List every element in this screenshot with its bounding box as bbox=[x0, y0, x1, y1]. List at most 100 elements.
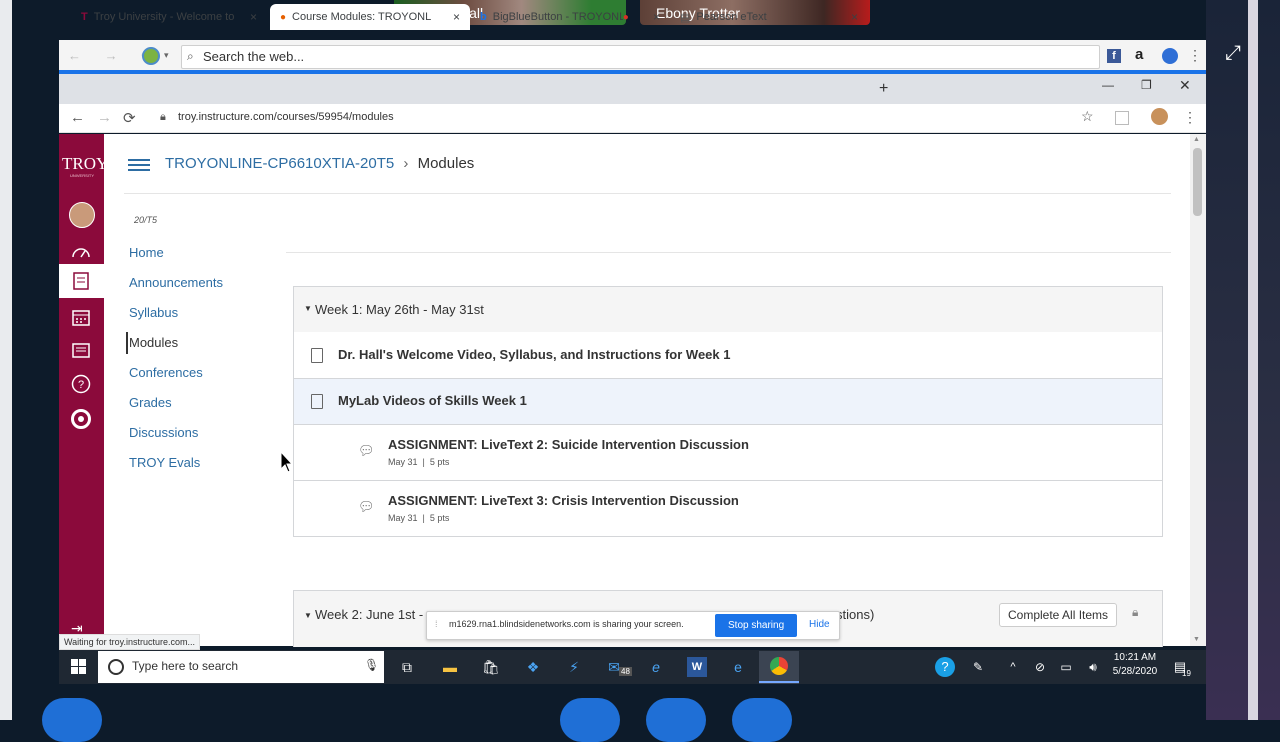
complete-all-items-label[interactable]: Complete All Items bbox=[999, 603, 1118, 627]
tab-close-icon[interactable]: × bbox=[250, 10, 257, 24]
tab-label: BigBlueButton - TROYONLINE bbox=[492, 11, 623, 23]
tab-close-icon[interactable]: × bbox=[851, 10, 858, 24]
facebook-icon[interactable]: f bbox=[1107, 49, 1121, 63]
chrome-active-underline bbox=[759, 681, 799, 683]
battery-icon[interactable]: ▭ bbox=[1056, 657, 1076, 677]
scroll-up-icon[interactable]: ▲ bbox=[1193, 136, 1200, 143]
fullscreen-toggle-icon[interactable]: ⤢ bbox=[1222, 42, 1244, 64]
calendar-icon[interactable] bbox=[68, 304, 94, 330]
recording-dot-icon: ● bbox=[622, 11, 629, 23]
module-item[interactable]: 💬︎ ASSIGNMENT: LiveText 2: Suicide Inter… bbox=[293, 425, 1163, 481]
background-left-edge bbox=[0, 0, 12, 720]
file-explorer-icon[interactable]: ▬ bbox=[440, 657, 460, 677]
course-menu-toggle-icon[interactable] bbox=[128, 156, 150, 174]
ie-icon[interactable]: e bbox=[646, 657, 666, 677]
reload-icon[interactable]: ⟳ bbox=[123, 109, 136, 127]
visual-studio-icon[interactable]: ⚡︎ bbox=[564, 657, 584, 677]
breadcrumb-course-link[interactable]: TROYONLINE-CP6610XTIA-20T5 bbox=[165, 155, 394, 172]
microphone-icon[interactable]: 🎙︎ bbox=[364, 658, 379, 672]
microphone-button[interactable] bbox=[560, 698, 620, 742]
help-icon[interactable]: ? bbox=[68, 371, 94, 397]
module-item-meta: May 31 | 5 pts bbox=[388, 513, 450, 523]
volume-icon[interactable]: 🔊︎ bbox=[1083, 657, 1103, 677]
store-icon[interactable]: 🛍︎ bbox=[481, 657, 501, 677]
restore-icon[interactable]: ❐ bbox=[1141, 78, 1152, 92]
scroll-down-icon[interactable]: ▼ bbox=[1193, 636, 1200, 643]
collapse-arrow-icon[interactable]: ▼ bbox=[304, 611, 312, 620]
tab-bigbluebutton[interactable]: b BigBlueButton - TROYONLINE ● × bbox=[472, 4, 670, 30]
profile-avatar[interactable] bbox=[1151, 108, 1168, 125]
menu-dots-icon[interactable]: ⋮ bbox=[1188, 47, 1202, 64]
browser-status-text: Waiting for troy.instructure.com... bbox=[59, 634, 201, 650]
inbox-icon[interactable] bbox=[68, 337, 94, 363]
commons-icon[interactable] bbox=[68, 406, 94, 432]
url-field[interactable]: troy.instructure.com/courses/59954/modul… bbox=[178, 111, 394, 123]
network-icon[interactable]: ⊘ bbox=[1030, 657, 1050, 677]
clock-date: 5/28/2020 bbox=[1112, 666, 1158, 677]
dropbox-icon[interactable]: ❖ bbox=[523, 657, 543, 677]
tab-pearson-etext[interactable]: ▤ Pearson eText × bbox=[672, 4, 868, 30]
module-item[interactable]: Dr. Hall's Welcome Video, Syllabus, and … bbox=[293, 332, 1163, 379]
task-view-icon[interactable]: ⧉ bbox=[397, 657, 417, 677]
extension-box-icon[interactable] bbox=[1115, 111, 1129, 125]
account-avatar[interactable] bbox=[69, 202, 95, 228]
module-header-week-1[interactable]: ▼ Week 1: May 26th - May 31st bbox=[293, 286, 1163, 333]
drag-handle-icon[interactable]: ⁞ bbox=[435, 619, 438, 629]
back-icon[interactable]: ← bbox=[70, 109, 85, 126]
module-item-title[interactable]: MyLab Videos of Skills Week 1 bbox=[338, 393, 527, 408]
troy-logo[interactable]: TROY bbox=[62, 154, 108, 174]
actions-button[interactable] bbox=[42, 698, 102, 742]
module-item[interactable]: MyLab Videos of Skills Week 1 bbox=[293, 379, 1163, 425]
audio-button[interactable] bbox=[646, 698, 706, 742]
course-nav-announcements[interactable]: Announcements bbox=[129, 275, 223, 290]
module-item-title[interactable]: ASSIGNMENT: LiveText 3: Crisis Intervent… bbox=[388, 493, 739, 508]
module-item-title[interactable]: Dr. Hall's Welcome Video, Syllabus, and … bbox=[338, 347, 731, 362]
minimize-icon[interactable]: — bbox=[1102, 78, 1114, 92]
course-nav-syllabus[interactable]: Syllabus bbox=[129, 305, 178, 320]
clock-time: 10:21 AM bbox=[1113, 652, 1157, 663]
bookmark-star-icon[interactable]: ☆ bbox=[1081, 108, 1094, 125]
dashboard-icon[interactable] bbox=[68, 238, 94, 264]
hide-banner-button[interactable]: Hide bbox=[809, 619, 830, 630]
stop-sharing-button[interactable]: Stop sharing bbox=[715, 614, 798, 637]
taskbar-search-box[interactable]: Type here to search 🎙︎ bbox=[98, 651, 384, 683]
new-tab-button[interactable]: + bbox=[879, 80, 888, 98]
course-nav-troy-evals[interactable]: TROY Evals bbox=[129, 455, 200, 470]
tray-expand-icon[interactable]: ^ bbox=[1003, 657, 1023, 677]
tab-course-modules[interactable]: ● Course Modules: TROYONLINE Fa × bbox=[270, 4, 470, 30]
tab-close-icon[interactable]: × bbox=[653, 10, 660, 24]
scrollbar-thumb[interactable] bbox=[1193, 148, 1202, 216]
forward-icon[interactable]: → bbox=[97, 109, 112, 126]
course-nav-conferences[interactable]: Conferences bbox=[129, 365, 203, 380]
modules-top-divider bbox=[286, 252, 1171, 253]
close-window-icon[interactable]: ✕ bbox=[1179, 77, 1191, 94]
globe-icon[interactable] bbox=[142, 47, 160, 65]
tab-close-icon[interactable]: × bbox=[453, 10, 460, 24]
windows-start-icon[interactable] bbox=[71, 659, 86, 679]
course-nav-modules[interactable]: Modules bbox=[129, 335, 178, 350]
courses-icon[interactable] bbox=[68, 268, 94, 294]
module-title: Week 2: June 1st - bbox=[315, 607, 424, 622]
web-search-box[interactable]: ⌕ Search the web... bbox=[181, 45, 1100, 69]
cortana-icon bbox=[108, 659, 124, 675]
help-tray-icon[interactable]: ? bbox=[935, 657, 955, 677]
chrome-menu-icon[interactable]: ⋮ bbox=[1183, 109, 1197, 126]
module-item[interactable]: 💬︎ ASSIGNMENT: LiveText 3: Crisis Interv… bbox=[293, 481, 1163, 537]
course-nav-grades[interactable]: Grades bbox=[129, 395, 172, 410]
pen-tray-icon[interactable]: ✎ bbox=[968, 657, 988, 677]
extension-icon[interactable] bbox=[1162, 48, 1178, 64]
course-nav-discussions[interactable]: Discussions bbox=[129, 425, 198, 440]
header-divider bbox=[124, 193, 1171, 194]
dropdown-arrow-icon[interactable]: ▾ bbox=[164, 50, 169, 61]
amazon-icon[interactable]: a bbox=[1135, 46, 1143, 63]
tab-troy-university[interactable]: T Troy University - Welcome to My × bbox=[71, 4, 267, 30]
course-nav-home[interactable]: Home bbox=[129, 245, 164, 260]
collapse-arrow-icon[interactable]: ▼ bbox=[304, 304, 312, 313]
screen-share-button[interactable] bbox=[732, 698, 792, 742]
clock[interactable]: 10:21 AM 5/28/2020 bbox=[1110, 652, 1160, 677]
module-item-title[interactable]: ASSIGNMENT: LiveText 2: Suicide Interven… bbox=[388, 437, 749, 452]
breadcrumb-current: Modules bbox=[417, 155, 475, 172]
word-icon[interactable]: W bbox=[687, 657, 707, 677]
chrome-icon[interactable] bbox=[770, 657, 788, 675]
edge-icon[interactable]: e bbox=[728, 657, 748, 677]
